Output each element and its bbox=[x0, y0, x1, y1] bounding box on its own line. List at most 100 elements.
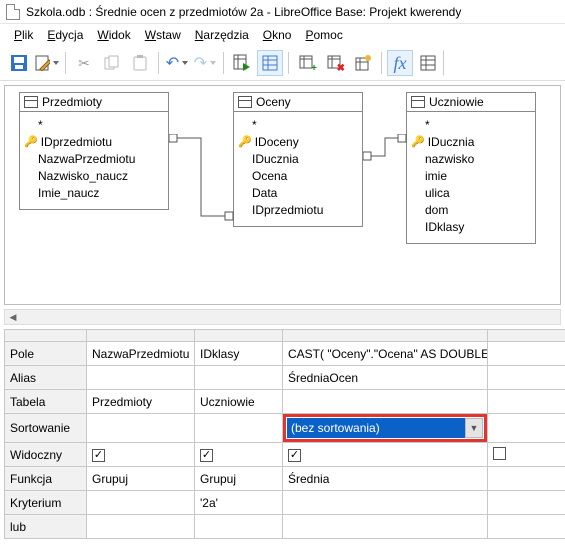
cell-function-3[interactable]: Średnia bbox=[283, 467, 488, 491]
row-label-criterion[interactable]: Kryterium bbox=[5, 491, 87, 515]
cell-field-1[interactable]: NazwaPrzedmiotu bbox=[87, 342, 195, 366]
remove-table-button[interactable]: ✖ bbox=[322, 50, 348, 76]
menu-okno[interactable]: Okno bbox=[257, 26, 298, 44]
cell-field-4[interactable] bbox=[488, 342, 565, 366]
cell-visible-1[interactable] bbox=[87, 443, 195, 467]
field-idklasy[interactable]: IDklasy bbox=[425, 218, 531, 235]
field-idoceny[interactable]: 🔑IDoceny bbox=[252, 133, 358, 150]
relation-line-1[interactable] bbox=[169, 134, 235, 224]
field-imie-naucz[interactable]: Imie_naucz bbox=[38, 184, 164, 201]
col-header-3[interactable] bbox=[283, 330, 488, 342]
cell-sort-2[interactable] bbox=[195, 414, 283, 443]
row-label-field[interactable]: Pole bbox=[5, 342, 87, 366]
col-header-4[interactable] bbox=[488, 330, 565, 342]
field-data[interactable]: Data bbox=[252, 184, 358, 201]
table-box-oceny[interactable]: Oceny * 🔑IDoceny IDucznia Ocena Data IDp… bbox=[233, 92, 363, 227]
cell-alias-3[interactable]: ŚredniaOcen bbox=[283, 366, 488, 390]
design-view-button[interactable] bbox=[257, 50, 283, 76]
cell-table-4[interactable] bbox=[488, 390, 565, 414]
save-button[interactable] bbox=[6, 50, 32, 76]
cell-table-2[interactable]: Uczniowie bbox=[195, 390, 283, 414]
cell-table-1[interactable]: Przedmioty bbox=[87, 390, 195, 414]
cell-function-2[interactable]: Grupuj bbox=[195, 467, 283, 491]
redo-button[interactable]: ↷ bbox=[192, 50, 218, 76]
row-label-visible[interactable]: Widoczny bbox=[5, 443, 87, 467]
chevron-down-icon[interactable]: ▼ bbox=[465, 418, 483, 438]
cell-or-2[interactable] bbox=[195, 515, 283, 539]
field-idprzedmiotu[interactable]: 🔑IDprzedmiotu bbox=[38, 133, 164, 150]
relation-line-2[interactable] bbox=[363, 134, 408, 164]
row-label-alias[interactable]: Alias bbox=[5, 366, 87, 390]
horizontal-scrollbar[interactable]: ◀ bbox=[4, 309, 561, 325]
field-ocena[interactable]: Ocena bbox=[252, 167, 358, 184]
cell-criterion-3[interactable] bbox=[283, 491, 488, 515]
table-names-button[interactable] bbox=[415, 50, 441, 76]
visible-checkbox-3[interactable] bbox=[288, 449, 301, 462]
toolbar-overflow[interactable] bbox=[443, 50, 453, 76]
scroll-left-button[interactable]: ◀ bbox=[5, 310, 21, 324]
table-box-uczniowie[interactable]: Uczniowie * 🔑IDucznia nazwisko imie ulic… bbox=[406, 92, 536, 244]
cut-button[interactable]: ✂ bbox=[71, 50, 97, 76]
table-box-przedmioty[interactable]: Przedmioty * 🔑IDprzedmiotu NazwaPrzedmio… bbox=[19, 92, 169, 210]
visible-checkbox-1[interactable] bbox=[92, 449, 105, 462]
cell-function-4[interactable] bbox=[488, 467, 565, 491]
field-idprzedmiotu[interactable]: IDprzedmiotu bbox=[252, 201, 358, 218]
cell-criterion-1[interactable] bbox=[87, 491, 195, 515]
field-star[interactable]: * bbox=[38, 116, 164, 133]
grid-corner[interactable] bbox=[5, 330, 87, 342]
cell-alias-2[interactable] bbox=[195, 366, 283, 390]
visible-checkbox-4[interactable] bbox=[493, 447, 506, 460]
cell-alias-4[interactable] bbox=[488, 366, 565, 390]
col-header-1[interactable] bbox=[87, 330, 195, 342]
field-iducznia[interactable]: IDucznia bbox=[252, 150, 358, 167]
col-header-2[interactable] bbox=[195, 330, 283, 342]
field-ulica[interactable]: ulica bbox=[425, 184, 531, 201]
cell-criterion-2[interactable]: '2a' bbox=[195, 491, 283, 515]
field-star[interactable]: * bbox=[425, 116, 531, 133]
row-label-sort[interactable]: Sortowanie bbox=[5, 414, 87, 443]
cell-visible-4[interactable] bbox=[488, 443, 565, 467]
cell-sort-3[interactable]: (bez sortowania) ▼ bbox=[283, 414, 488, 443]
row-label-table[interactable]: Tabela bbox=[5, 390, 87, 414]
toolbar-sep-5 bbox=[381, 52, 382, 74]
menu-wstaw[interactable]: Wstaw bbox=[139, 26, 187, 44]
copy-button[interactable] bbox=[99, 50, 125, 76]
menu-edycja[interactable]: Edycja bbox=[41, 26, 89, 44]
field-dom[interactable]: dom bbox=[425, 201, 531, 218]
cell-function-1[interactable]: Grupuj bbox=[87, 467, 195, 491]
field-nazwaprzedmiotu[interactable]: NazwaPrzedmiotu bbox=[38, 150, 164, 167]
cell-criterion-4[interactable] bbox=[488, 491, 565, 515]
paste-button[interactable] bbox=[127, 50, 153, 76]
edit-mode-button[interactable] bbox=[34, 50, 60, 76]
functions-button[interactable]: fx bbox=[387, 50, 413, 76]
field-nazwisko[interactable]: nazwisko bbox=[425, 150, 531, 167]
cell-field-3[interactable]: CAST( "Oceny"."Ocena" AS DOUBLE ) bbox=[283, 342, 488, 366]
cell-table-3[interactable] bbox=[283, 390, 488, 414]
cell-or-4[interactable] bbox=[488, 515, 565, 539]
field-imie[interactable]: imie bbox=[425, 167, 531, 184]
sort-dropdown[interactable]: (bez sortowania) ▼ bbox=[287, 418, 483, 438]
menu-narzedzia[interactable]: Narzędzia bbox=[189, 26, 255, 44]
cell-sort-4[interactable] bbox=[488, 414, 565, 443]
add-table-button[interactable]: + bbox=[294, 50, 320, 76]
row-label-function[interactable]: Funkcja bbox=[5, 467, 87, 491]
field-iducznia[interactable]: 🔑IDucznia bbox=[425, 133, 531, 150]
undo-button[interactable]: ↶ bbox=[164, 50, 190, 76]
menu-pomoc[interactable]: Pomoc bbox=[299, 26, 348, 44]
cell-or-3[interactable] bbox=[283, 515, 488, 539]
menu-widok[interactable]: Widok bbox=[91, 26, 136, 44]
field-star[interactable]: * bbox=[252, 116, 358, 133]
cell-or-1[interactable] bbox=[87, 515, 195, 539]
cell-sort-1[interactable] bbox=[87, 414, 195, 443]
visible-checkbox-2[interactable] bbox=[200, 449, 213, 462]
run-query-button[interactable] bbox=[229, 50, 255, 76]
field-nazwisko-naucz[interactable]: Nazwisko_naucz bbox=[38, 167, 164, 184]
cell-visible-2[interactable] bbox=[195, 443, 283, 467]
cell-field-2[interactable]: IDklasy bbox=[195, 342, 283, 366]
query-design-area[interactable]: Przedmioty * 🔑IDprzedmiotu NazwaPrzedmio… bbox=[4, 85, 561, 305]
row-label-or[interactable]: lub bbox=[5, 515, 87, 539]
cell-visible-3[interactable] bbox=[283, 443, 488, 467]
menu-plik[interactable]: Plik bbox=[8, 26, 39, 44]
cell-alias-1[interactable] bbox=[87, 366, 195, 390]
new-table-button[interactable] bbox=[350, 50, 376, 76]
